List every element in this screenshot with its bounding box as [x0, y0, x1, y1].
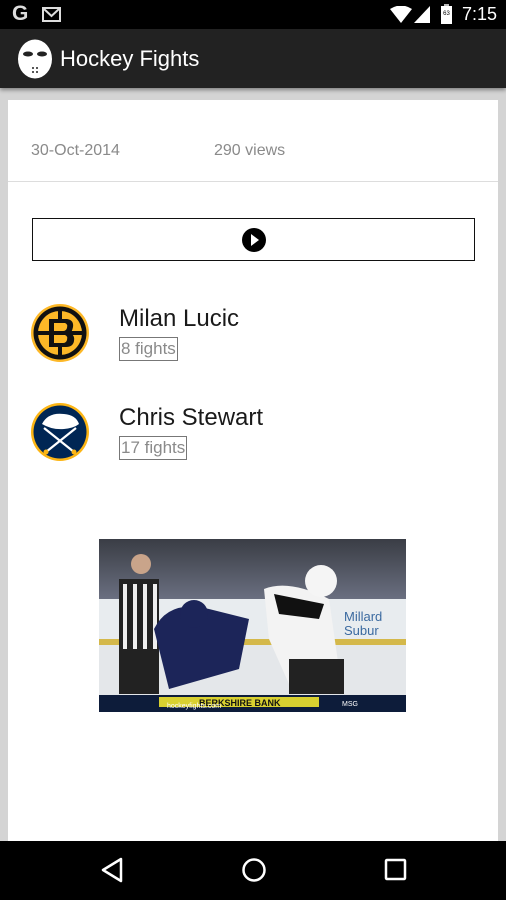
video-thumbnail[interactable]: Millard Subur BERKSHIRE BANK hockeyfight… [99, 539, 406, 712]
fight-detail-card: 30-Oct-2014 290 views Milan Lucic 8 figh… [8, 100, 498, 841]
divider [8, 181, 498, 182]
play-button[interactable] [32, 218, 475, 261]
view-count: 290 views [214, 142, 286, 159]
app-bar: Hockey Fights [0, 29, 506, 88]
fighter-row[interactable]: Milan Lucic 8 fights [30, 303, 470, 373]
clock: 7:15 [462, 4, 498, 24]
fight-date: 30-Oct-2014 [31, 142, 120, 159]
home-button[interactable] [241, 857, 267, 888]
svg-text:Millard: Millard [344, 609, 382, 624]
fighter-row[interactable]: Chris Stewart 17 fights [30, 402, 470, 472]
watermark: hockeyfights.com [167, 703, 221, 710]
svg-text:Subur: Subur [344, 623, 379, 638]
recents-button[interactable] [384, 857, 408, 888]
play-circle-icon [241, 227, 266, 252]
goalie-mask-icon [18, 39, 52, 79]
back-button[interactable] [100, 857, 124, 888]
buffalo-sabres-logo [31, 403, 89, 461]
app-title: Hockey Fights [60, 46, 200, 71]
google-icon: G [12, 2, 29, 25]
back-icon [101, 857, 123, 883]
home-icon [242, 858, 266, 882]
status-bar: G 63 7:15 [0, 0, 506, 29]
recents-icon [384, 858, 407, 881]
fight-count-badge[interactable]: 8 fights [119, 337, 178, 361]
battery-level: 63 [443, 11, 450, 17]
navigation-bar [0, 841, 506, 900]
boston-bruins-logo [31, 304, 89, 362]
fighter-name: Chris Stewart [119, 404, 264, 431]
network-logo: MSG [342, 701, 358, 708]
fight-count-badge[interactable]: 17 fights [119, 436, 188, 460]
gmail-icon [42, 7, 61, 22]
cell-signal-icon [414, 6, 430, 23]
wifi-icon [390, 6, 412, 23]
fighter-name: Milan Lucic [119, 305, 240, 332]
